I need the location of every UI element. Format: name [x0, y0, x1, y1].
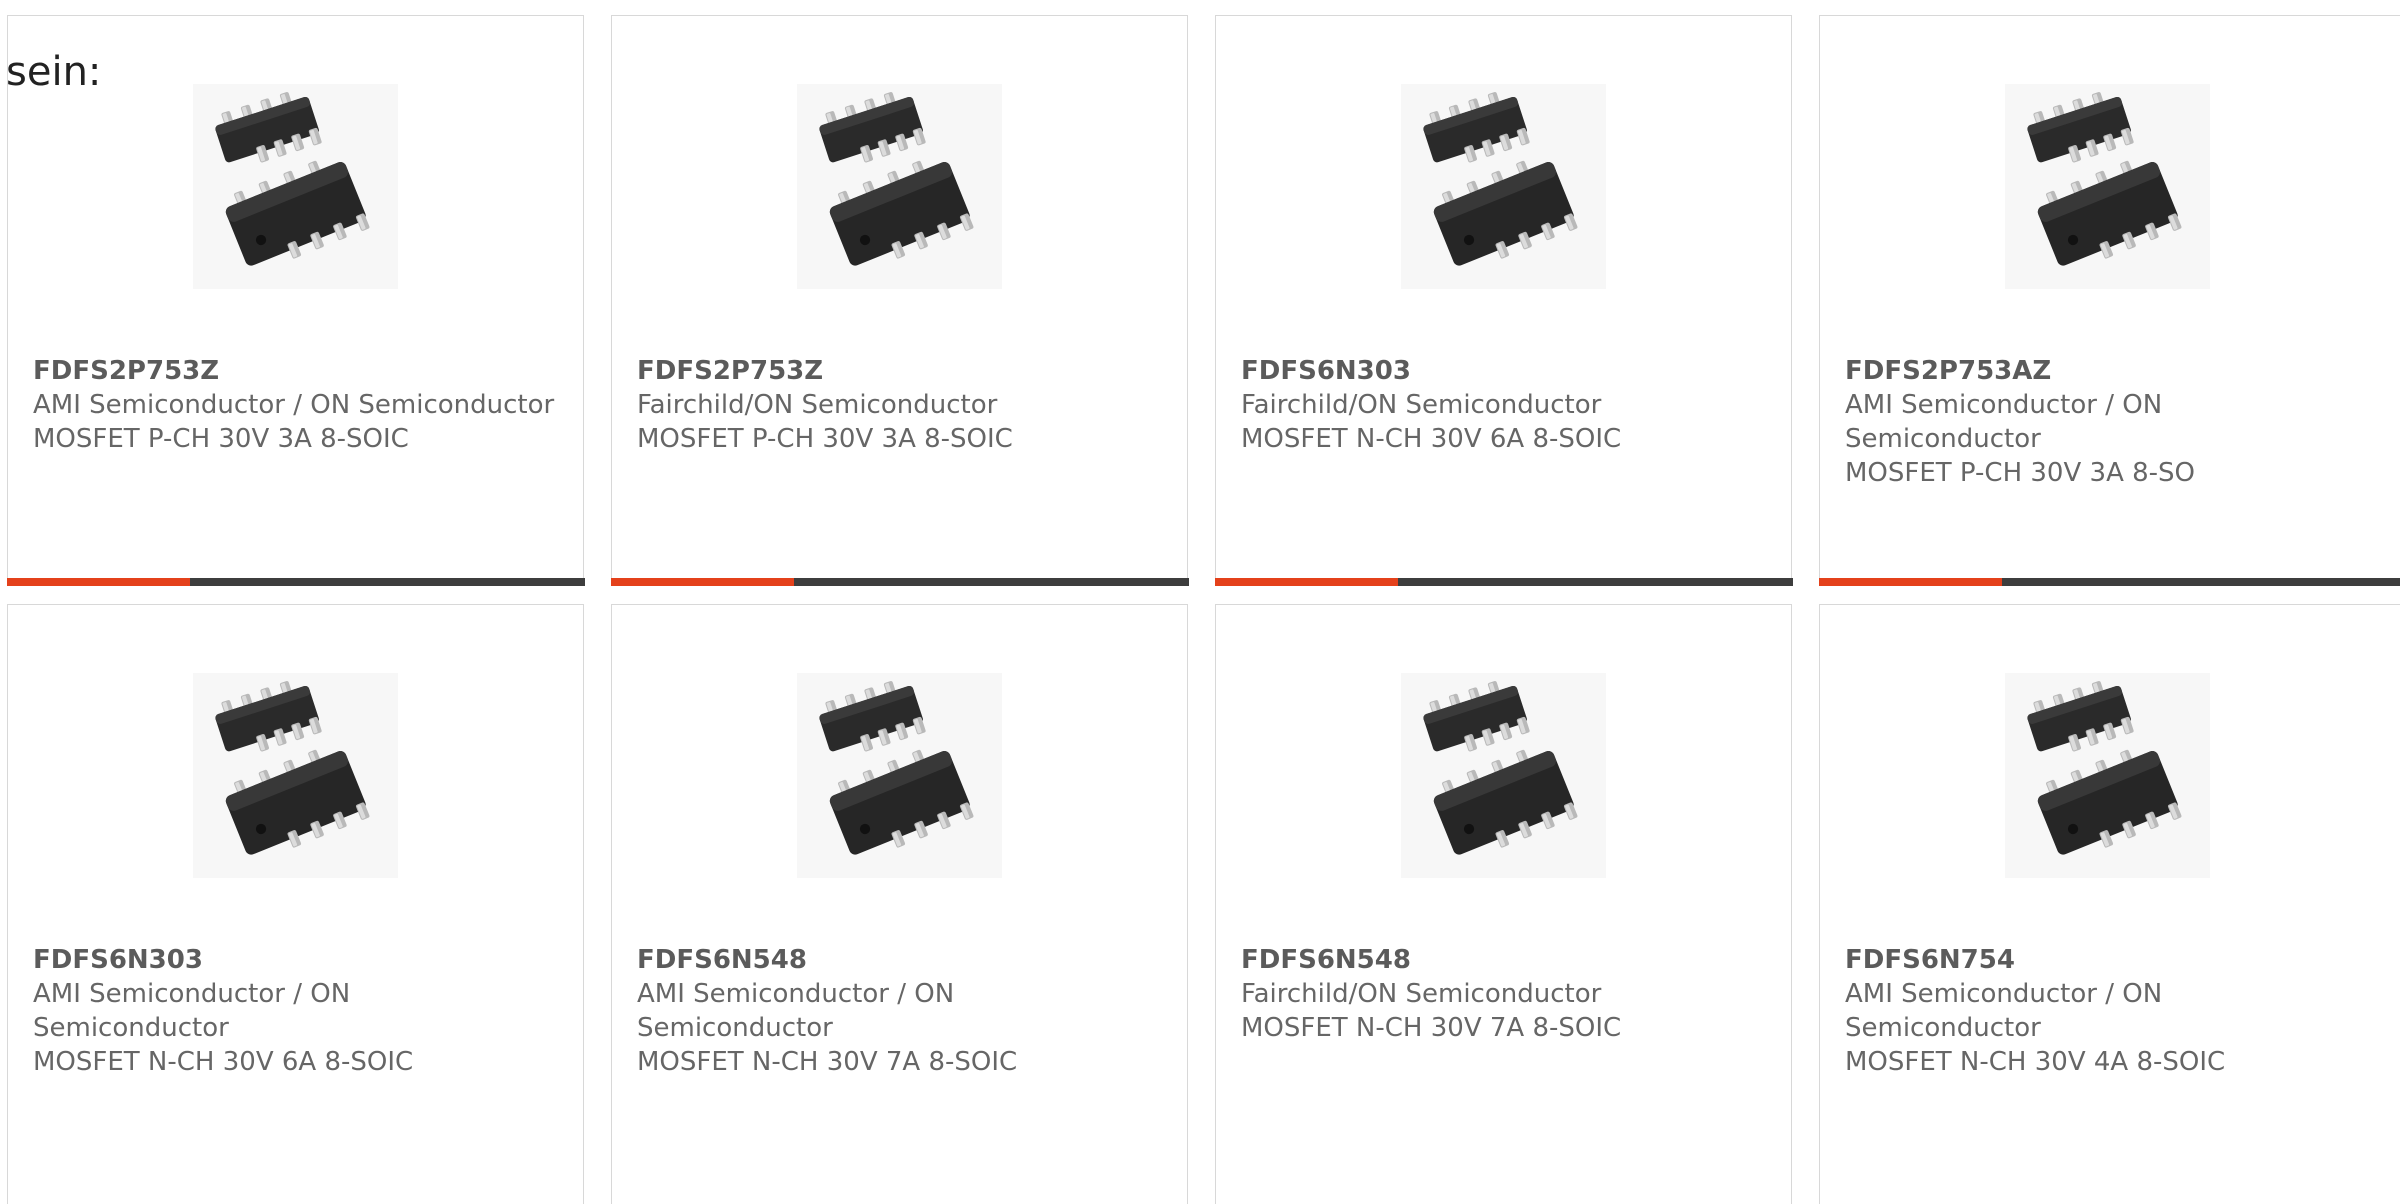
product-description: MOSFET N-CH 30V 7A 8-SOIC	[637, 1045, 1177, 1079]
product-description: MOSFET N-CH 30V 7A 8-SOIC	[1241, 1011, 1781, 1045]
product-description: MOSFET N-CH 30V 6A 8-SOIC	[1241, 422, 1781, 456]
product-manufacturer: Fairchild/ON Semiconductor	[1241, 977, 1781, 1011]
card-hover-bar	[611, 578, 1189, 586]
product-description: MOSFET P-CH 30V 3A 8-SOIC	[33, 422, 573, 456]
product-info: FDFS2P753Z Fairchild/ON Semiconductor MO…	[637, 354, 1177, 456]
card-hover-bar	[7, 578, 585, 586]
product-manufacturer: Fairchild/ON Semiconductor	[637, 388, 1177, 422]
card-accent-bar	[1819, 578, 2002, 586]
card-hover-bar	[1215, 578, 1793, 586]
product-manufacturer: AMI Semiconductor / ON Semiconductor	[33, 388, 573, 422]
card-accent-bar	[611, 578, 794, 586]
product-card[interactable]: FDFS6N303 AMI Semiconductor / ON Semicon…	[7, 604, 584, 1204]
product-description: MOSFET P-CH 30V 3A 8-SO	[1845, 456, 2385, 490]
product-manufacturer: AMI Semiconductor / ON Semiconductor	[1845, 388, 2175, 456]
product-part-number[interactable]: FDFS6N754	[1845, 945, 2015, 975]
product-card[interactable]: FDFS2P753AZ AMI Semiconductor / ON Semic…	[1819, 15, 2400, 585]
product-info: FDFS2P753AZ AMI Semiconductor / ON Semic…	[1845, 354, 2385, 490]
product-description: MOSFET P-CH 30V 3A 8-SOIC	[637, 422, 1177, 456]
product-info: FDFS6N548 Fairchild/ON Semiconductor MOS…	[1241, 943, 1781, 1045]
soic-8-chip-icon[interactable]	[193, 673, 398, 878]
product-manufacturer: AMI Semiconductor / ON Semiconductor	[33, 977, 363, 1045]
product-card[interactable]: FDFS6N303 Fairchild/ON Semiconductor MOS…	[1215, 15, 1792, 585]
soic-8-chip-icon[interactable]	[797, 673, 1002, 878]
product-card[interactable]: FDFS6N548 AMI Semiconductor / ON Semicon…	[611, 604, 1188, 1204]
product-info: FDFS6N303 AMI Semiconductor / ON Semicon…	[33, 943, 573, 1079]
intro-text: sein:	[6, 46, 101, 98]
soic-8-chip-icon[interactable]	[2005, 673, 2210, 878]
soic-8-chip-icon[interactable]	[2005, 84, 2210, 289]
product-description: MOSFET N-CH 30V 4A 8-SOIC	[1845, 1045, 2385, 1079]
product-part-number[interactable]: FDFS2P753AZ	[1845, 356, 2051, 386]
product-part-number[interactable]: FDFS2P753Z	[33, 356, 219, 386]
product-part-number[interactable]: FDFS6N548	[637, 945, 807, 975]
product-card[interactable]: FDFS6N754 AMI Semiconductor / ON Semicon…	[1819, 604, 2400, 1204]
card-accent-bar	[7, 578, 190, 586]
card-accent-bar	[1215, 578, 1398, 586]
product-part-number[interactable]: FDFS2P753Z	[637, 356, 823, 386]
product-description: MOSFET N-CH 30V 6A 8-SOIC	[33, 1045, 573, 1079]
product-card[interactable]: FDFS2P753Z Fairchild/ON Semiconductor MO…	[611, 15, 1188, 585]
product-part-number[interactable]: FDFS6N548	[1241, 945, 1411, 975]
product-card[interactable]: FDFS6N548 Fairchild/ON Semiconductor MOS…	[1215, 604, 1792, 1204]
soic-8-chip-icon[interactable]	[1401, 84, 1606, 289]
product-part-number[interactable]: FDFS6N303	[33, 945, 203, 975]
product-info: FDFS2P753Z AMI Semiconductor / ON Semico…	[33, 354, 573, 456]
product-manufacturer: Fairchild/ON Semiconductor	[1241, 388, 1781, 422]
product-part-number[interactable]: FDFS6N303	[1241, 356, 1411, 386]
product-info: FDFS6N303 Fairchild/ON Semiconductor MOS…	[1241, 354, 1781, 456]
product-manufacturer: AMI Semiconductor / ON Semiconductor	[637, 977, 967, 1045]
soic-8-chip-icon[interactable]	[1401, 673, 1606, 878]
product-info: FDFS6N548 AMI Semiconductor / ON Semicon…	[637, 943, 1177, 1079]
product-grid: FDFS2P753Z AMI Semiconductor / ON Semico…	[0, 0, 2400, 1167]
product-info: FDFS6N754 AMI Semiconductor / ON Semicon…	[1845, 943, 2385, 1079]
card-hover-bar	[1819, 578, 2400, 586]
product-manufacturer: AMI Semiconductor / ON Semiconductor	[1845, 977, 2175, 1045]
soic-8-chip-icon[interactable]	[193, 84, 398, 289]
product-card[interactable]: FDFS2P753Z AMI Semiconductor / ON Semico…	[7, 15, 584, 585]
soic-8-chip-icon[interactable]	[797, 84, 1002, 289]
